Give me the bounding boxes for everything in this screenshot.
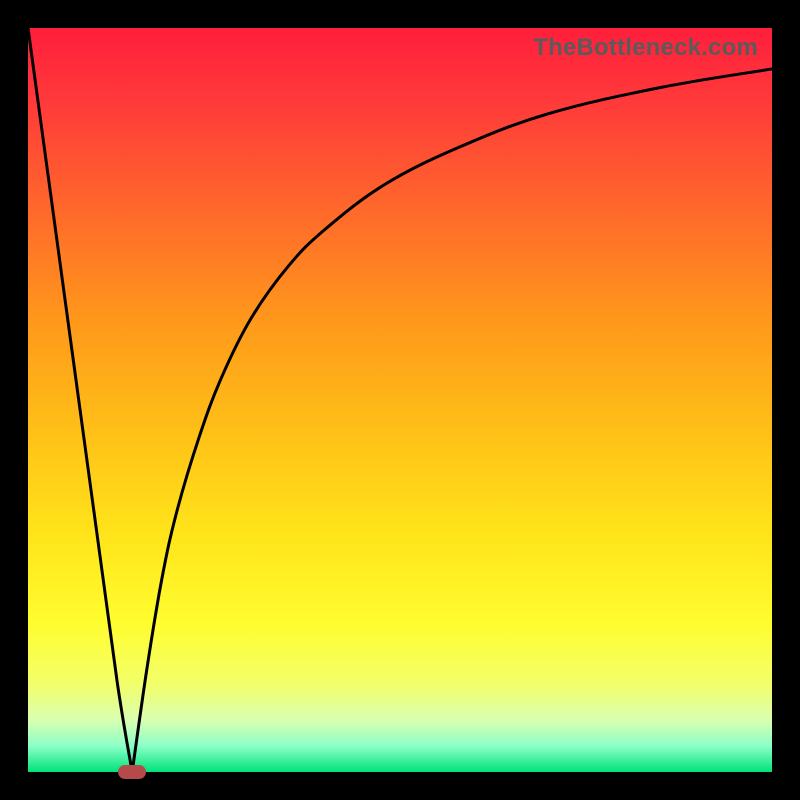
chart-frame: TheBottleneck.com <box>0 0 800 800</box>
left-branch-line <box>28 28 132 772</box>
curve-layer <box>28 28 772 772</box>
right-branch-line <box>132 69 772 772</box>
plot-area: TheBottleneck.com <box>28 28 772 772</box>
min-marker <box>118 765 146 779</box>
